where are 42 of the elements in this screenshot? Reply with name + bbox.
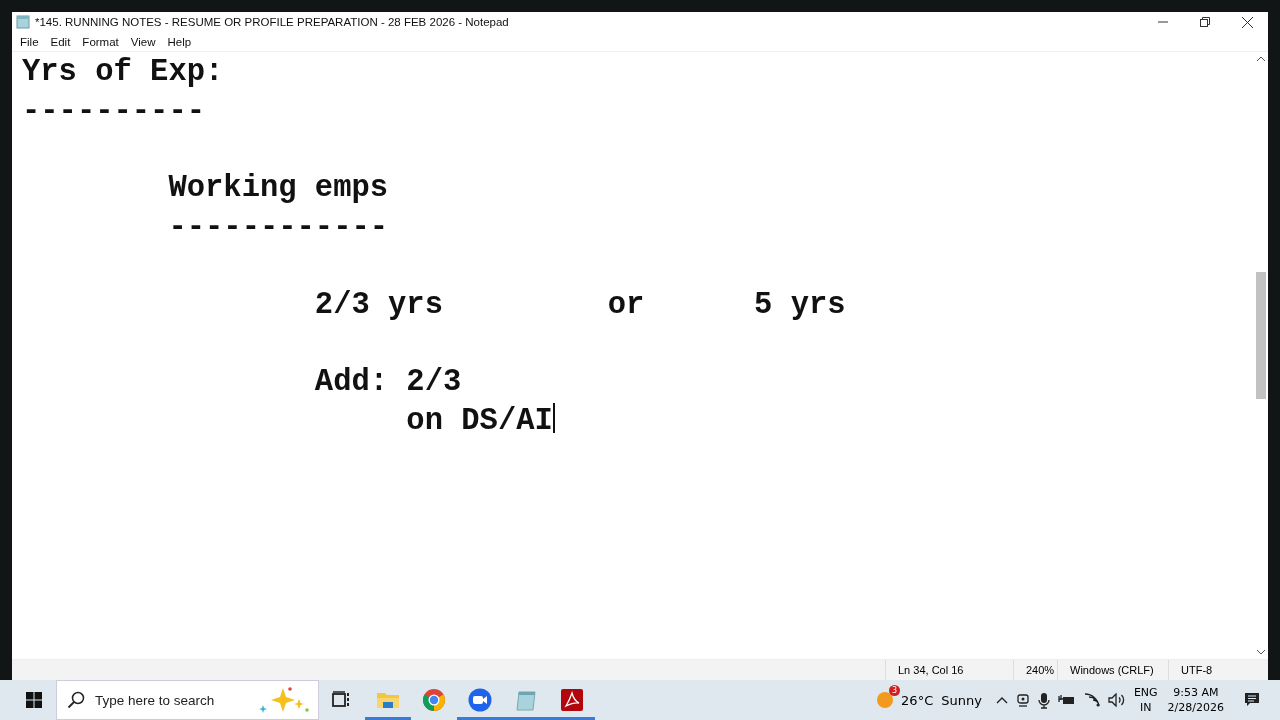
scroll-up-icon[interactable] (1256, 56, 1265, 62)
menu-item[interactable]: View (124, 35, 162, 48)
notification-badge: 3 (889, 685, 901, 696)
speaker-icon[interactable] (1107, 693, 1126, 707)
windows-start-icon[interactable] (26, 692, 42, 708)
editor-text-line: 2/3 yrs or 5 yrs (313, 287, 846, 322)
editor-text-line: Add: 2/3 (313, 365, 462, 400)
menu-item[interactable]: Format (76, 35, 125, 48)
language-text[interactable]: ENG (1133, 685, 1158, 700)
search-bar[interactable]: Type here to search (56, 680, 319, 720)
scroll-down-icon[interactable] (1256, 649, 1265, 655)
camera-icon[interactable] (1015, 692, 1030, 708)
clock-time[interactable]: 9:53 AM (1173, 685, 1219, 700)
search-icon (67, 691, 85, 709)
weather-text: Sunny (941, 692, 982, 708)
task-view-icon (332, 691, 352, 709)
editor-text-line: Working emps (167, 171, 389, 206)
menu-item[interactable]: File (14, 35, 45, 48)
pdf-icon (561, 689, 583, 711)
menu-item[interactable]: Help (161, 35, 198, 48)
close-icon (1241, 16, 1253, 28)
text-caret (552, 403, 555, 434)
chevron-up-icon[interactable] (995, 696, 1008, 704)
menu-item[interactable]: Edit (44, 35, 77, 48)
chrome-icon (422, 688, 446, 712)
editor-text-line: Yrs of Exp: (22, 55, 224, 89)
editor-text-line: on DS/AI (405, 404, 553, 439)
microphone-icon[interactable] (1037, 691, 1050, 709)
notepad-icon (514, 689, 538, 711)
restore-icon (1200, 17, 1210, 27)
temperature-text: 26°C (901, 692, 934, 708)
region-text[interactable]: IN (1140, 700, 1152, 715)
editor-text-line: ------------ (167, 210, 389, 245)
search-input[interactable]: Type here to search (93, 691, 247, 709)
notifications-icon[interactable] (1244, 692, 1260, 708)
notepad-icon (16, 15, 30, 29)
editor-text-line: ---------- (22, 93, 206, 128)
window-title: *145. RUNNING NOTES - RESUME OR PROFILE PREPARATION - 28 FEB 2026 - Notepad (35, 16, 509, 28)
clock-date[interactable]: 2/28/2026 (1167, 700, 1224, 715)
zoom-app-icon (468, 688, 492, 712)
folder-icon (376, 690, 400, 710)
scrollbar-thumb[interactable] (1256, 272, 1266, 399)
